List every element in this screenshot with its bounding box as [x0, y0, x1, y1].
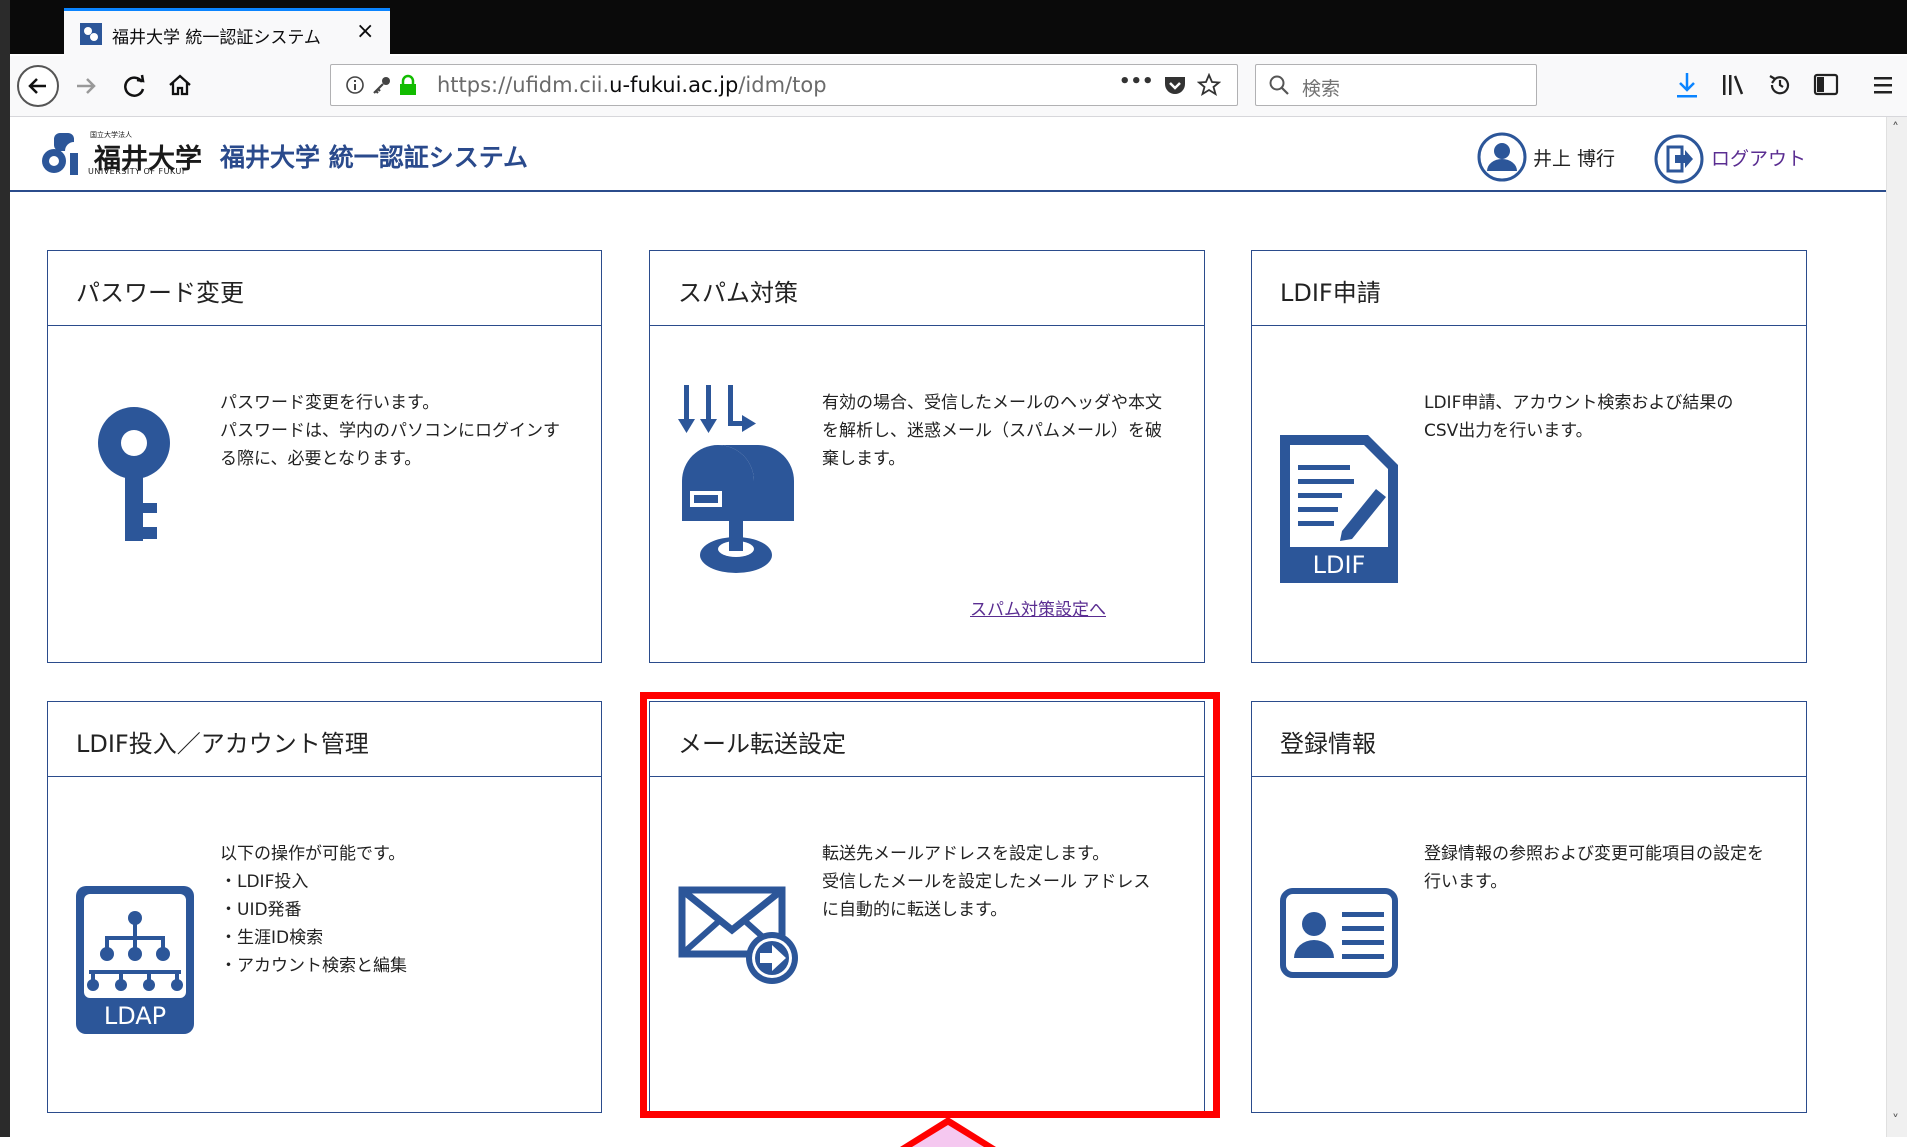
card-title: スパム対策: [678, 279, 798, 307]
bookmark-star-icon[interactable]: [1197, 73, 1221, 97]
ldap-icon-label: LDAP: [104, 1002, 166, 1030]
ldap-icon: LDAP: [76, 886, 194, 1034]
highlight-arrow-fill: [912, 1125, 984, 1147]
tab-title: 福井大学 統一認証システム: [112, 28, 321, 48]
card-title: LDIF申請: [1280, 279, 1381, 307]
card-registration-info[interactable]: 登録情報 登録情報の参照および変更可能項目の設定を 行います。: [1251, 701, 1807, 1113]
system-title[interactable]: 福井大学 統一認証システム: [220, 138, 528, 174]
url-text[interactable]: https://ufidm.cii.u-fukui.ac.jp/idm/top: [437, 73, 827, 97]
sidebar-icon[interactable]: [1812, 72, 1840, 98]
spam-settings-link[interactable]: スパム対策設定へ: [970, 595, 1106, 620]
site-favicon-icon: [80, 23, 102, 45]
browser-tab[interactable]: 福井大学 統一認証システム ×: [64, 8, 390, 56]
card-header: 登録情報: [1252, 702, 1806, 777]
logout-link[interactable]: ログアウト: [1711, 144, 1806, 171]
card-ldif-account-management[interactable]: LDIF投入／アカウント管理 LDAP 以下の操作が可能です。 ・LDIF投入 …: [47, 701, 602, 1113]
card-description: 以下の操作が可能です。 ・LDIF投入 ・UID発番 ・生涯ID検索 ・アカウン…: [220, 844, 407, 976]
card-header: LDIF申請: [1252, 251, 1806, 326]
lock-icon[interactable]: [397, 74, 419, 96]
menu-icon[interactable]: [1870, 72, 1896, 98]
card-spam-filter[interactable]: スパム対策 有効の場合、受信したメールのヘッダや本文 を解析し、迷惑メール（スパ…: [649, 250, 1205, 663]
card-header: スパム対策: [650, 251, 1204, 326]
info-icon[interactable]: [345, 75, 365, 95]
search-icon: [1269, 75, 1289, 95]
brand-subtitle: UNIVERSITY OF FUKUI: [88, 167, 185, 176]
header-divider: [10, 190, 1886, 192]
ldif-icon-label: LDIF: [1313, 551, 1366, 579]
ldif-document-icon: LDIF: [1280, 435, 1398, 583]
scroll-up-icon[interactable]: ˄: [1892, 121, 1899, 137]
card-title: LDIF投入／アカウント管理: [76, 730, 369, 758]
card-ldif-request[interactable]: LDIF申請 LDIF LDIF申請、アカウント検索および結果の CSV出力を行…: [1251, 250, 1807, 663]
window-edge: [0, 0, 10, 1137]
id-card-icon: [1280, 888, 1398, 978]
card-description: LDIF申請、アカウント検索および結果の CSV出力を行います。: [1424, 393, 1734, 441]
card-title: 登録情報: [1280, 730, 1376, 758]
history-icon[interactable]: [1766, 71, 1794, 99]
card-description: 有効の場合、受信したメールのヘッダや本文 を解析し、迷惑メール（スパムメール）を…: [822, 393, 1162, 469]
card-title: パスワード変更: [76, 279, 244, 307]
download-icon[interactable]: [1673, 70, 1701, 100]
logout-icon[interactable]: [1653, 133, 1705, 185]
pocket-icon[interactable]: [1163, 74, 1187, 96]
university-logo-icon: [42, 133, 83, 175]
user-name: 井上 博行: [1533, 148, 1616, 170]
search-placeholder: 検索: [1302, 78, 1341, 100]
page-actions-icon[interactable]: •••: [1119, 71, 1154, 92]
card-header: LDIF投入／アカウント管理: [48, 702, 601, 777]
scrollbar[interactable]: ˄ ˅: [1886, 117, 1907, 1137]
key-icon[interactable]: [371, 74, 393, 96]
scroll-down-icon[interactable]: ˅: [1892, 1113, 1899, 1129]
address-bar[interactable]: https://ufidm.cii.u-fukui.ac.jp/idm/top …: [330, 64, 1238, 106]
card-header: パスワード変更: [48, 251, 601, 326]
user-avatar-icon: [1477, 132, 1527, 182]
card-password-change[interactable]: パスワード変更 パスワード変更を行います。 パスワードは、学内のパソコンにログイ…: [47, 250, 602, 663]
card-description: 登録情報の参照および変更可能項目の設定を 行います。: [1424, 844, 1764, 892]
card-description: パスワード変更を行います。 パスワードは、学内のパソコンにログインす る際に、必…: [220, 393, 560, 469]
search-input[interactable]: 検索: [1255, 64, 1537, 106]
key-icon: [98, 407, 170, 541]
mailbox-icon: [678, 385, 794, 573]
reload-icon[interactable]: [120, 72, 148, 100]
tab-close-icon[interactable]: ×: [356, 19, 374, 44]
forward-button[interactable]: [72, 72, 100, 100]
library-icon[interactable]: [1720, 72, 1748, 98]
back-button[interactable]: [16, 64, 60, 108]
highlight-box: [640, 692, 1220, 1118]
home-icon[interactable]: [166, 71, 194, 99]
